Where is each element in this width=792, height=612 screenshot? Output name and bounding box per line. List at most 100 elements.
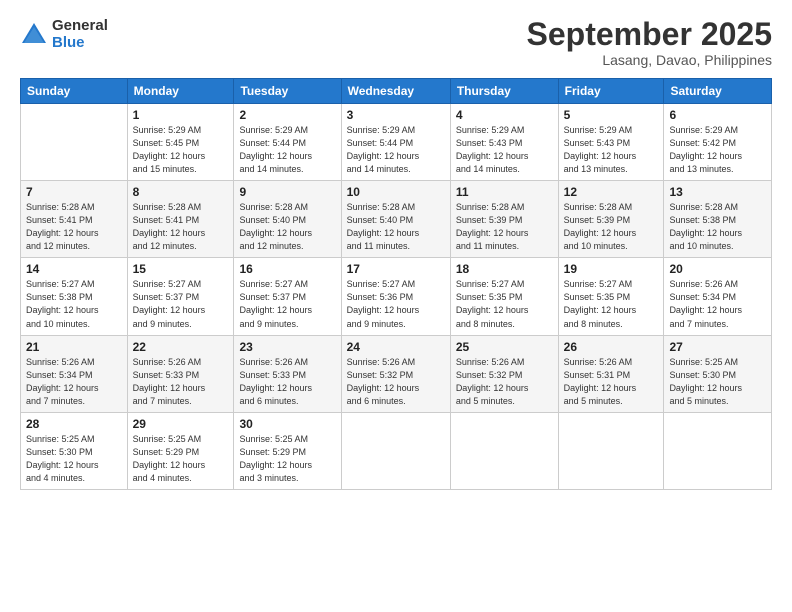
day-number: 21 bbox=[26, 340, 122, 354]
day-info: Sunrise: 5:26 AM Sunset: 5:32 PM Dayligh… bbox=[456, 356, 553, 408]
day-info: Sunrise: 5:27 AM Sunset: 5:38 PM Dayligh… bbox=[26, 278, 122, 330]
table-row: 18 Sunrise: 5:27 AM Sunset: 5:35 PM Dayli… bbox=[450, 258, 558, 335]
table-row: 7 Sunrise: 5:28 AM Sunset: 5:41 PM Daylig… bbox=[21, 181, 128, 258]
day-number: 12 bbox=[564, 185, 659, 199]
table-row: 21 Sunrise: 5:26 AM Sunset: 5:34 PM Dayli… bbox=[21, 335, 128, 412]
day-number: 22 bbox=[133, 340, 229, 354]
day-number: 27 bbox=[669, 340, 766, 354]
table-row: 14 Sunrise: 5:27 AM Sunset: 5:38 PM Dayli… bbox=[21, 258, 128, 335]
table-row: 20 Sunrise: 5:26 AM Sunset: 5:34 PM Dayli… bbox=[664, 258, 772, 335]
table-row: 19 Sunrise: 5:27 AM Sunset: 5:35 PM Dayli… bbox=[558, 258, 664, 335]
day-number: 1 bbox=[133, 108, 229, 122]
day-number: 5 bbox=[564, 108, 659, 122]
day-number: 16 bbox=[239, 262, 335, 276]
day-info: Sunrise: 5:27 AM Sunset: 5:36 PM Dayligh… bbox=[347, 278, 445, 330]
day-info: Sunrise: 5:25 AM Sunset: 5:29 PM Dayligh… bbox=[133, 433, 229, 485]
table-row: 5 Sunrise: 5:29 AM Sunset: 5:43 PM Daylig… bbox=[558, 104, 664, 181]
day-number: 15 bbox=[133, 262, 229, 276]
day-info: Sunrise: 5:28 AM Sunset: 5:39 PM Dayligh… bbox=[564, 201, 659, 253]
calendar-week-3: 14 Sunrise: 5:27 AM Sunset: 5:38 PM Dayli… bbox=[21, 258, 772, 335]
table-row: 12 Sunrise: 5:28 AM Sunset: 5:39 PM Dayli… bbox=[558, 181, 664, 258]
day-number: 28 bbox=[26, 417, 122, 431]
day-number: 3 bbox=[347, 108, 445, 122]
calendar-week-4: 21 Sunrise: 5:26 AM Sunset: 5:34 PM Dayli… bbox=[21, 335, 772, 412]
day-info: Sunrise: 5:26 AM Sunset: 5:34 PM Dayligh… bbox=[26, 356, 122, 408]
col-sunday: Sunday bbox=[21, 79, 128, 104]
day-number: 19 bbox=[564, 262, 659, 276]
table-row bbox=[21, 104, 128, 181]
day-number: 2 bbox=[239, 108, 335, 122]
day-number: 29 bbox=[133, 417, 229, 431]
calendar-week-1: 1 Sunrise: 5:29 AM Sunset: 5:45 PM Daylig… bbox=[21, 104, 772, 181]
day-number: 25 bbox=[456, 340, 553, 354]
logo-general-text: General bbox=[52, 18, 108, 35]
table-row: 10 Sunrise: 5:28 AM Sunset: 5:40 PM Dayli… bbox=[341, 181, 450, 258]
day-info: Sunrise: 5:26 AM Sunset: 5:32 PM Dayligh… bbox=[347, 356, 445, 408]
page: General Blue September 2025 Lasang, Dava… bbox=[0, 0, 792, 612]
day-number: 14 bbox=[26, 262, 122, 276]
calendar: Sunday Monday Tuesday Wednesday Thursday… bbox=[20, 78, 772, 490]
day-number: 10 bbox=[347, 185, 445, 199]
calendar-header-row: Sunday Monday Tuesday Wednesday Thursday… bbox=[21, 79, 772, 104]
day-number: 26 bbox=[564, 340, 659, 354]
col-monday: Monday bbox=[127, 79, 234, 104]
day-number: 18 bbox=[456, 262, 553, 276]
table-row: 4 Sunrise: 5:29 AM Sunset: 5:43 PM Daylig… bbox=[450, 104, 558, 181]
day-info: Sunrise: 5:29 AM Sunset: 5:45 PM Dayligh… bbox=[133, 124, 229, 176]
table-row: 23Sunrise: 5:26 AM Sunset: 5:33 PM Dayli… bbox=[234, 335, 341, 412]
day-number: 13 bbox=[669, 185, 766, 199]
table-row bbox=[450, 412, 558, 489]
day-number: 11 bbox=[456, 185, 553, 199]
table-row: 26 Sunrise: 5:26 AM Sunset: 5:31 PM Dayli… bbox=[558, 335, 664, 412]
table-row: 1 Sunrise: 5:29 AM Sunset: 5:45 PM Daylig… bbox=[127, 104, 234, 181]
table-row: 17Sunrise: 5:27 AM Sunset: 5:36 PM Dayli… bbox=[341, 258, 450, 335]
day-number: 8 bbox=[133, 185, 229, 199]
day-info: Sunrise: 5:27 AM Sunset: 5:35 PM Dayligh… bbox=[456, 278, 553, 330]
day-number: 7 bbox=[26, 185, 122, 199]
day-info: Sunrise: 5:27 AM Sunset: 5:37 PM Dayligh… bbox=[239, 278, 335, 330]
table-row: 15Sunrise: 5:27 AM Sunset: 5:37 PM Dayli… bbox=[127, 258, 234, 335]
day-number: 6 bbox=[669, 108, 766, 122]
col-tuesday: Tuesday bbox=[234, 79, 341, 104]
col-friday: Friday bbox=[558, 79, 664, 104]
table-row: 29 Sunrise: 5:25 AM Sunset: 5:29 PM Dayli… bbox=[127, 412, 234, 489]
day-number: 20 bbox=[669, 262, 766, 276]
table-row: 13 Sunrise: 5:28 AM Sunset: 5:38 PM Dayli… bbox=[664, 181, 772, 258]
logo-icon bbox=[20, 21, 48, 49]
table-row: 11Sunrise: 5:28 AM Sunset: 5:39 PM Dayli… bbox=[450, 181, 558, 258]
day-number: 30 bbox=[239, 417, 335, 431]
table-row bbox=[558, 412, 664, 489]
table-row: 3Sunrise: 5:29 AM Sunset: 5:44 PM Daylig… bbox=[341, 104, 450, 181]
location: Lasang, Davao, Philippines bbox=[527, 52, 772, 68]
table-row: 16 Sunrise: 5:27 AM Sunset: 5:37 PM Dayli… bbox=[234, 258, 341, 335]
day-number: 4 bbox=[456, 108, 553, 122]
day-info: Sunrise: 5:29 AM Sunset: 5:42 PM Dayligh… bbox=[669, 124, 766, 176]
calendar-week-2: 7 Sunrise: 5:28 AM Sunset: 5:41 PM Daylig… bbox=[21, 181, 772, 258]
table-row bbox=[341, 412, 450, 489]
day-number: 23 bbox=[239, 340, 335, 354]
day-info: Sunrise: 5:29 AM Sunset: 5:43 PM Dayligh… bbox=[456, 124, 553, 176]
day-info: Sunrise: 5:27 AM Sunset: 5:35 PM Dayligh… bbox=[564, 278, 659, 330]
day-info: Sunrise: 5:26 AM Sunset: 5:31 PM Dayligh… bbox=[564, 356, 659, 408]
header: General Blue September 2025 Lasang, Dava… bbox=[20, 18, 772, 68]
day-info: Sunrise: 5:28 AM Sunset: 5:41 PM Dayligh… bbox=[133, 201, 229, 253]
logo: General Blue bbox=[20, 18, 108, 51]
col-thursday: Thursday bbox=[450, 79, 558, 104]
day-info: Sunrise: 5:25 AM Sunset: 5:29 PM Dayligh… bbox=[239, 433, 335, 485]
day-number: 24 bbox=[347, 340, 445, 354]
day-info: Sunrise: 5:28 AM Sunset: 5:40 PM Dayligh… bbox=[347, 201, 445, 253]
table-row: 27Sunrise: 5:25 AM Sunset: 5:30 PM Dayli… bbox=[664, 335, 772, 412]
calendar-week-5: 28 Sunrise: 5:25 AM Sunset: 5:30 PM Dayli… bbox=[21, 412, 772, 489]
table-row: 25 Sunrise: 5:26 AM Sunset: 5:32 PM Dayli… bbox=[450, 335, 558, 412]
day-number: 9 bbox=[239, 185, 335, 199]
day-info: Sunrise: 5:26 AM Sunset: 5:34 PM Dayligh… bbox=[669, 278, 766, 330]
day-info: Sunrise: 5:29 AM Sunset: 5:43 PM Dayligh… bbox=[564, 124, 659, 176]
table-row: 2Sunrise: 5:29 AM Sunset: 5:44 PM Daylig… bbox=[234, 104, 341, 181]
table-row: 24 Sunrise: 5:26 AM Sunset: 5:32 PM Dayli… bbox=[341, 335, 450, 412]
month-title: September 2025 bbox=[527, 18, 772, 50]
day-info: Sunrise: 5:26 AM Sunset: 5:33 PM Dayligh… bbox=[133, 356, 229, 408]
table-row: 6 Sunrise: 5:29 AM Sunset: 5:42 PM Daylig… bbox=[664, 104, 772, 181]
day-info: Sunrise: 5:28 AM Sunset: 5:41 PM Dayligh… bbox=[26, 201, 122, 253]
day-info: Sunrise: 5:25 AM Sunset: 5:30 PM Dayligh… bbox=[26, 433, 122, 485]
day-info: Sunrise: 5:28 AM Sunset: 5:38 PM Dayligh… bbox=[669, 201, 766, 253]
